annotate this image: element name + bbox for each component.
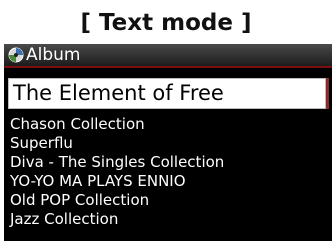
list-item-label: The Element of Free xyxy=(13,81,224,105)
list-item[interactable]: Jazz Collection xyxy=(10,210,118,229)
title-bar: Album xyxy=(4,44,332,68)
device-screen: Album The Element of Free Chason Collect… xyxy=(4,44,332,241)
mode-caption: [ Text mode ] xyxy=(80,10,252,36)
screen-title: Album xyxy=(26,45,81,65)
scroll-indicator xyxy=(326,78,329,109)
list-item[interactable]: Superflu xyxy=(10,134,73,153)
list-item[interactable]: Chason Collection xyxy=(10,115,145,134)
list-item[interactable]: YO-YO MA PLAYS ENNIO xyxy=(10,172,186,191)
list-item-selected[interactable]: The Element of Free xyxy=(8,78,326,109)
list-item[interactable]: Diva - The Singles Collection xyxy=(10,153,224,172)
list-item[interactable]: Old POP Collection xyxy=(10,191,149,210)
album-disc-icon xyxy=(8,47,24,63)
